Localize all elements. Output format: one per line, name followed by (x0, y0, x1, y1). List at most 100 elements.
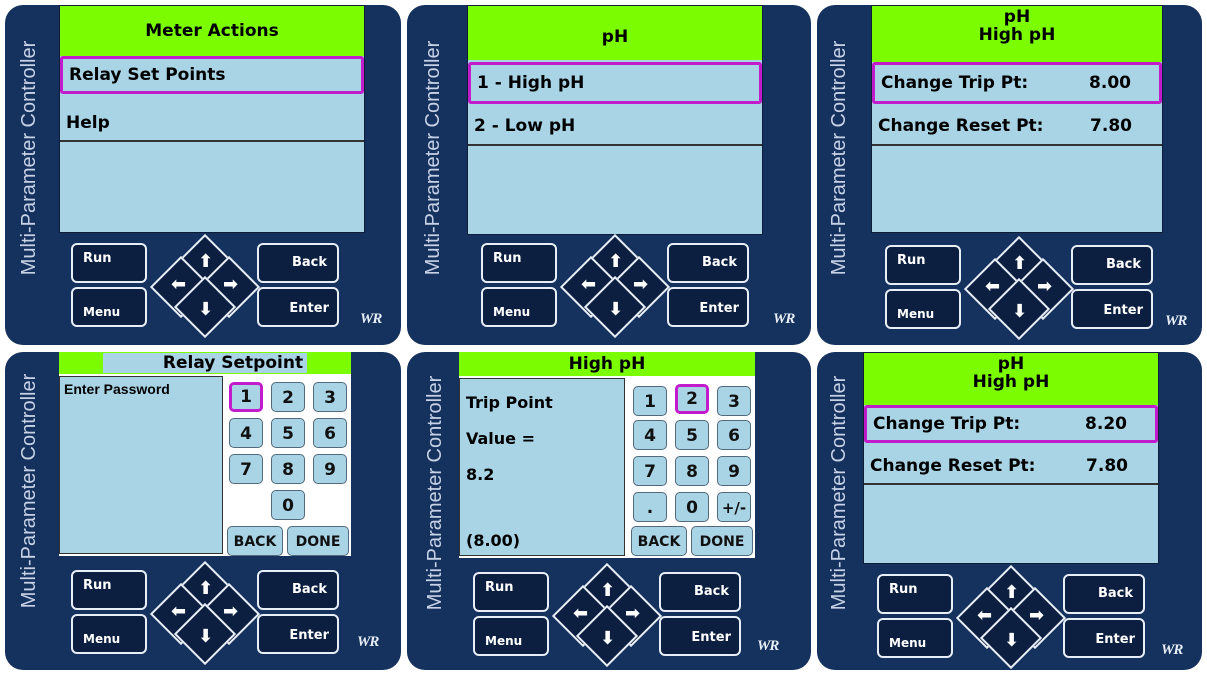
keypad-back-button[interactable]: BACK (227, 526, 283, 556)
keypad-done-button[interactable]: DONE (691, 526, 753, 556)
key-7[interactable]: 7 (633, 456, 667, 486)
key-5[interactable]: 5 (271, 418, 305, 448)
key-2[interactable]: 2 (271, 382, 305, 412)
brand-logo: WR (360, 311, 382, 327)
key-4[interactable]: 4 (229, 418, 263, 448)
row-value: 7.80 (1086, 456, 1128, 476)
side-label: Multi-Parameter Controller (18, 40, 40, 276)
lcd-screen: pH High pH Change Trip Pt: 8.00 Change R… (871, 5, 1163, 233)
brand-logo: WR (757, 638, 779, 654)
key-4[interactable]: 4 (633, 420, 667, 450)
run-button[interactable]: Run (877, 574, 953, 614)
menu-button[interactable]: Menu (473, 616, 549, 656)
row-value: 8.20 (1085, 414, 1127, 434)
previous-value: (8.00) (466, 531, 521, 550)
enter-button[interactable]: Enter (257, 287, 339, 327)
arrow-left-icon: ⬅ (171, 274, 187, 295)
key-6[interactable]: 6 (717, 420, 751, 450)
button-pad: Run Menu Back Enter ⬆ ⬅ ➡ ⬇ (473, 562, 743, 668)
back-button[interactable]: Back (659, 572, 741, 612)
key-8[interactable]: 8 (675, 456, 709, 486)
header-line-2: High pH (978, 25, 1056, 45)
arrow-left-icon: ⬅ (985, 276, 1001, 297)
controller-panel-high-ph-updated: Multi-Parameter Controller pH High pH Ch… (817, 352, 1202, 670)
key-1[interactable]: 1 (229, 382, 263, 412)
arrow-right-icon: ➡ (223, 601, 239, 622)
trip-point-label: Trip Point (466, 393, 553, 412)
arrow-up-icon: ⬆ (600, 580, 616, 601)
key-0[interactable]: 0 (675, 492, 709, 522)
menu-button[interactable]: Menu (885, 289, 961, 329)
menu-button[interactable]: Menu (71, 614, 147, 654)
run-button[interactable]: Run (71, 243, 147, 283)
lcd-screen: Relay Setpoint Enter Password 1 2 3 4 5 … (59, 352, 351, 556)
key-3[interactable]: 3 (717, 386, 751, 416)
arrow-up-icon: ⬆ (198, 251, 214, 272)
back-button[interactable]: Back (667, 243, 749, 283)
arrow-down-icon: ⬇ (600, 628, 616, 649)
password-box: Enter Password (59, 376, 223, 554)
back-button[interactable]: Back (1071, 245, 1153, 285)
back-button[interactable]: Back (257, 570, 339, 610)
button-pad: Run Menu Back Enter ⬆ ⬅ ➡ ⬇ (71, 233, 341, 339)
menu-item-change-reset-pt[interactable]: Change Reset Pt: 7.80 (872, 106, 1162, 146)
key-decimal[interactable]: . (633, 492, 667, 522)
key-8[interactable]: 8 (271, 454, 305, 484)
key-1[interactable]: 1 (633, 386, 667, 416)
menu-item-change-trip-pt[interactable]: Change Trip Pt: 8.00 (872, 62, 1162, 104)
row-label: Change Trip Pt: (873, 414, 1021, 434)
enter-button[interactable]: Enter (1063, 618, 1145, 658)
enter-button[interactable]: Enter (659, 616, 741, 656)
menu-button[interactable]: Menu (877, 618, 953, 658)
run-button[interactable]: Run (473, 572, 549, 612)
arrow-down-icon: ⬇ (608, 299, 624, 320)
back-button[interactable]: Back (257, 243, 339, 283)
row-label: Change Reset Pt: (870, 456, 1036, 476)
menu-item-high-ph[interactable]: 1 - High pH (468, 62, 762, 104)
controller-panel-ph: Multi-Parameter Controller pH 1 - High p… (407, 5, 811, 345)
brand-logo: WR (1165, 313, 1187, 329)
value-entry-box: Trip Point Value = 8.2 (8.00) (459, 378, 625, 556)
row-label: Change Reset Pt: (878, 116, 1044, 136)
screen-header: High pH (459, 352, 755, 376)
key-9[interactable]: 9 (313, 454, 347, 484)
brand-logo: WR (357, 634, 379, 650)
menu-item-relay-set-points[interactable]: Relay Set Points (60, 56, 364, 94)
key-plus-minus[interactable]: +/- (717, 492, 751, 522)
back-button[interactable]: Back (1063, 574, 1145, 614)
menu-item-change-reset-pt[interactable]: Change Reset Pt: 7.80 (864, 447, 1158, 485)
controller-panel-meter-actions: Multi-Parameter Controller Meter Actions… (5, 5, 401, 345)
row-value: 7.80 (1090, 116, 1132, 136)
enter-button[interactable]: Enter (1071, 289, 1153, 329)
menu-button[interactable]: Menu (481, 287, 557, 327)
brand-logo: WR (1161, 642, 1183, 658)
keypad-done-button[interactable]: DONE (287, 526, 349, 556)
menu-item-help[interactable]: Help (60, 104, 364, 142)
run-button[interactable]: Run (481, 243, 557, 283)
run-button[interactable]: Run (885, 245, 961, 285)
numeric-keypad: 1 2 3 4 5 6 7 8 9 0 BACK DONE (227, 378, 351, 556)
key-2[interactable]: 2 (675, 384, 709, 414)
screen-header: Relay Setpoint (59, 352, 351, 374)
menu-item-change-trip-pt[interactable]: Change Trip Pt: 8.20 (864, 405, 1158, 443)
controller-panel-relay-setpoint: Multi-Parameter Controller Relay Setpoin… (5, 352, 401, 670)
arrow-left-icon: ⬅ (573, 603, 589, 624)
key-9[interactable]: 9 (717, 456, 751, 486)
key-7[interactable]: 7 (229, 454, 263, 484)
side-label: Multi-Parameter Controller (828, 40, 850, 276)
button-pad: Run Menu Back Enter ⬆ ⬅ ➡ ⬇ (885, 235, 1155, 341)
enter-button[interactable]: Enter (667, 287, 749, 327)
key-0[interactable]: 0 (271, 490, 305, 520)
menu-button[interactable]: Menu (71, 287, 147, 327)
arrow-up-icon: ⬆ (198, 578, 214, 599)
enter-button[interactable]: Enter (257, 614, 339, 654)
key-5[interactable]: 5 (675, 420, 709, 450)
keypad-back-button[interactable]: BACK (631, 526, 687, 556)
row-value: 8.00 (1089, 73, 1131, 93)
key-6[interactable]: 6 (313, 418, 347, 448)
menu-item-low-ph[interactable]: 2 - Low pH (468, 106, 762, 146)
button-pad: Run Menu Back Enter ⬆ ⬅ ➡ ⬇ (481, 233, 751, 339)
key-3[interactable]: 3 (313, 382, 347, 412)
run-button[interactable]: Run (71, 570, 147, 610)
button-pad: Run Menu Back Enter ⬆ ⬅ ➡ ⬇ (877, 564, 1147, 670)
